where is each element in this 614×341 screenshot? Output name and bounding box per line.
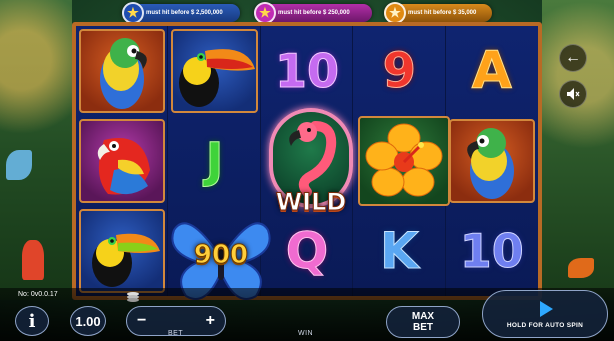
sound-muted-icon [567, 88, 580, 100]
reel-cell: 10 [446, 206, 538, 296]
jackpot-text: must hit before $ 250,000 [278, 10, 350, 16]
toucan-icon [178, 49, 255, 107]
info-icon: i [28, 310, 36, 332]
denomination-value: 1.00 [75, 313, 101, 329]
back-arrow-icon: ← [565, 49, 581, 66]
symbol-Q: Q [285, 222, 329, 280]
macaw-icon [466, 128, 514, 199]
jackpot-text: must hit before $ 2,500,000 [146, 10, 223, 16]
version-label: No: 0v0.0.17 [18, 291, 58, 298]
jungle-background-left [0, 0, 72, 300]
reel-grid: J 10 Q 9 K A 10 WILD 900 [72, 22, 542, 300]
jackpot-orange: ★ must hit before $ 35,000 [384, 2, 492, 24]
bet-minus-button[interactable]: − [137, 312, 146, 330]
reel-cell: K [353, 206, 445, 296]
auto-spin-label: HOLD FOR AUTO SPIN [506, 322, 584, 329]
scarlet-macaw-icon [97, 138, 151, 195]
jackpot-blue: ★ must hit before $ 2,500,000 [122, 2, 240, 24]
orange-butterfly-decor-icon [568, 258, 594, 278]
play-icon [540, 301, 553, 317]
reel-cell [76, 116, 168, 206]
back-button[interactable]: ← [559, 44, 587, 72]
jackpot-text: must hit before $ 35,000 [408, 10, 477, 16]
reel-cell: A [446, 26, 538, 116]
reel-cell: J [168, 116, 260, 206]
hibiscus-icon [365, 123, 443, 197]
hibiscus-symbol [358, 116, 450, 206]
win-label: WIN [298, 330, 314, 337]
symbol-10: 10 [274, 44, 339, 98]
symbol-9: 9 [382, 43, 417, 99]
reel-cell [446, 116, 538, 206]
sound-button[interactable] [559, 80, 587, 108]
reel-cell [76, 206, 168, 296]
butterfly-decor-icon [6, 150, 32, 180]
reel-cell: 10 [261, 26, 353, 116]
max-bet-label-line1: MAX [411, 311, 435, 322]
star-icon: ★ [254, 2, 276, 24]
coin-stack-icon [126, 291, 140, 305]
star-icon: ★ [384, 2, 406, 24]
symbol-10: 10 [459, 224, 524, 278]
symbol-J: J [205, 133, 224, 189]
flamingo-icon [289, 121, 337, 196]
denomination-button[interactable]: 1.00 [70, 306, 106, 336]
reel-cell [76, 26, 168, 116]
bet-plus-button[interactable]: + [206, 312, 215, 330]
symbol-A: A [471, 41, 512, 101]
star-icon: ★ [122, 2, 144, 24]
reel-5: A 10 [445, 26, 538, 296]
toucan-icon [92, 233, 161, 287]
reel-cell [168, 26, 260, 116]
win-amount-label: 900 [193, 240, 249, 271]
max-bet-button[interactable]: MAX BET [386, 306, 460, 338]
wild-label: WILD [275, 188, 347, 217]
jackpot-bar: ★ must hit before $ 2,500,000 ★ must hit… [122, 2, 492, 24]
symbol-K: K [380, 222, 420, 280]
bet-label: BET [168, 330, 184, 337]
wild-symbol: WILD [263, 106, 359, 226]
reel-cell: 9 [353, 26, 445, 116]
info-button[interactable]: i [15, 306, 49, 336]
max-bet-label-line2: BET [413, 322, 433, 333]
macaw-icon [100, 38, 148, 109]
reel-1 [76, 26, 169, 296]
jackpot-pink: ★ must hit before $ 250,000 [254, 2, 372, 24]
red-flower-decor [22, 240, 44, 280]
spin-button[interactable]: HOLD FOR AUTO SPIN [482, 290, 608, 338]
